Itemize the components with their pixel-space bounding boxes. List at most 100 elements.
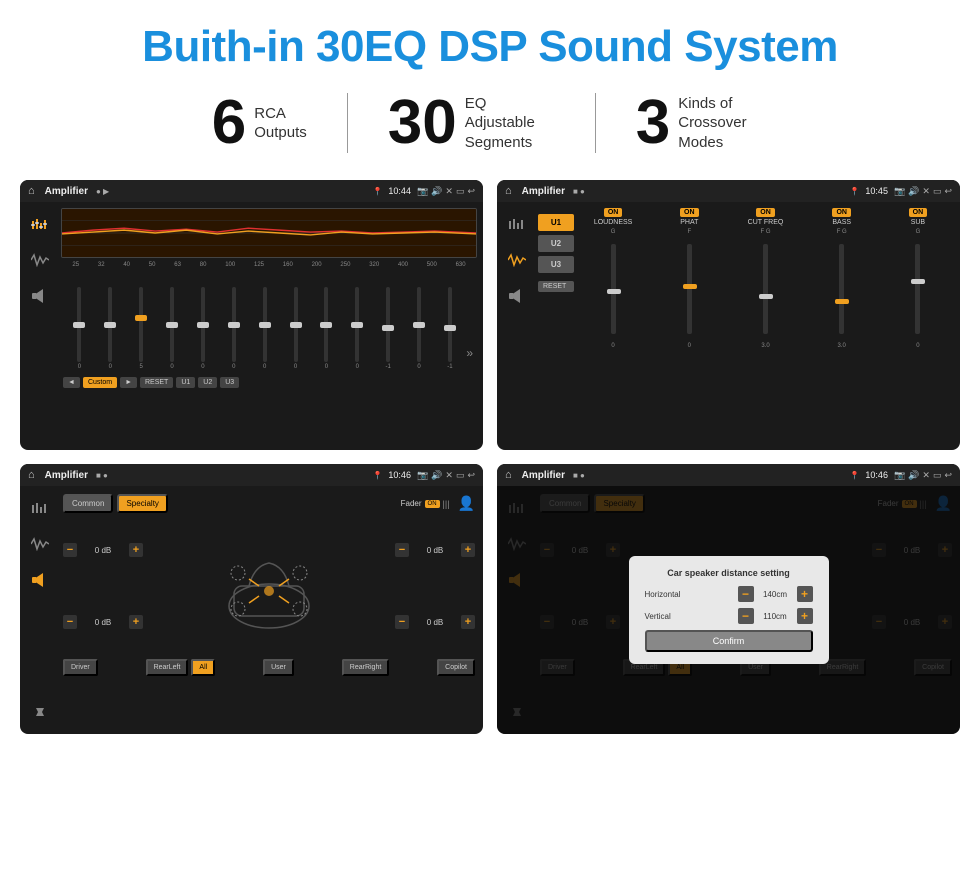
topbar-3-icons: 📷 🔊 ✕ ▭ ↩ [417, 470, 475, 481]
eq-slider-9[interactable]: 0 [312, 287, 341, 370]
fader-left: − 0 dB + − 0 dB + [63, 516, 143, 656]
topbar-2-dots: ■ ● [573, 187, 585, 196]
db-plus-4[interactable]: + [461, 615, 475, 629]
cross-u1-btn[interactable]: U1 [538, 214, 574, 231]
db-minus-4[interactable]: − [395, 615, 409, 629]
back-icon[interactable]: ↩ [467, 186, 475, 197]
db-row-2: − 0 dB + [63, 615, 143, 629]
db-minus-2[interactable]: − [63, 615, 77, 629]
user-profile-icon[interactable]: 👤 [458, 495, 475, 512]
stat-eq-label: EQ AdjustableSegments [465, 94, 555, 153]
location-icon-4: 📍 [849, 471, 859, 480]
db-minus-1[interactable]: − [63, 543, 77, 557]
eq-slider-5[interactable]: 0 [189, 287, 218, 370]
topbar-2-icons: 📷 🔊 ✕ ▭ ↩ [894, 186, 952, 197]
eq-slider-12[interactable]: 0 [405, 287, 434, 370]
specialty-btn[interactable]: Specialty [117, 494, 167, 513]
user-btn[interactable]: User [263, 659, 294, 676]
sidebar-speaker-icon-2[interactable] [505, 286, 529, 306]
back-icon-2[interactable]: ↩ [944, 186, 952, 197]
cross-slider-sub[interactable]: G 0 [882, 229, 954, 349]
eq-slider-4[interactable]: 0 [158, 287, 187, 370]
db-plus-2[interactable]: + [129, 615, 143, 629]
sidebar-eq-icon-2[interactable] [505, 214, 529, 234]
home-icon-3[interactable]: ⌂ [28, 469, 35, 481]
eq-play-btn[interactable]: ► [120, 377, 137, 388]
screen-fader-dialog: ⌂ Amplifier ■ ● 📍 10:46 📷 🔊 ✕ ▭ ↩ [497, 464, 960, 734]
eq-u2-btn[interactable]: U2 [198, 377, 217, 388]
vertical-plus-btn[interactable]: + [797, 608, 813, 624]
cross-slider-loudness[interactable]: G 0 [577, 229, 649, 349]
topbar-3-time: 10:46 [388, 470, 411, 480]
sidebar-wave-icon-3[interactable] [28, 534, 52, 554]
back-icon-4[interactable]: ↩ [944, 470, 952, 481]
more-icon[interactable]: » [466, 346, 473, 370]
driver-btn[interactable]: Driver [63, 659, 98, 676]
window-icon-3: ▭ [456, 470, 465, 481]
back-icon-3[interactable]: ↩ [467, 470, 475, 481]
sidebar-speaker-icon[interactable] [28, 286, 52, 306]
db-plus-1[interactable]: + [129, 543, 143, 557]
cross-reset-btn[interactable]: RESET [538, 281, 574, 292]
vertical-value: 110cm [758, 612, 793, 621]
horizontal-minus-btn[interactable]: − [738, 586, 754, 602]
db-minus-3[interactable]: − [395, 543, 409, 557]
camera-icon-2: 📷 [894, 186, 905, 197]
loudness-on-badge[interactable]: ON [604, 208, 623, 217]
rear-right-btn[interactable]: RearRight [342, 659, 390, 676]
sidebar-expand-icon-3[interactable] [28, 702, 52, 722]
sidebar-eq-icon-3[interactable] [28, 498, 52, 518]
home-icon-4[interactable]: ⌂ [505, 469, 512, 481]
eq-slider-2[interactable]: 0 [96, 287, 125, 370]
cross-slider-phat[interactable]: F 0 [653, 229, 725, 349]
dialog-horizontal-ctrl: − 140cm + [738, 586, 813, 602]
copilot-btn[interactable]: Copilot [437, 659, 475, 676]
eq-slider-7[interactable]: 0 [250, 287, 279, 370]
eq-custom-btn[interactable]: Custom [83, 377, 117, 388]
eq-slider-8[interactable]: 0 [281, 287, 310, 370]
cross-u2-btn[interactable]: U2 [538, 235, 574, 252]
eq-slider-6[interactable]: 0 [219, 287, 248, 370]
eq-slider-1[interactable]: 0 [65, 287, 94, 370]
eq-slider-13[interactable]: -1 [436, 287, 465, 370]
camera-icon-3: 📷 [417, 470, 428, 481]
horizontal-plus-btn[interactable]: + [797, 586, 813, 602]
dialog-title: Car speaker distance setting [645, 568, 813, 578]
location-icon: 📍 [372, 187, 382, 196]
fader-on-badge[interactable]: ON [425, 500, 440, 508]
stats-row: 6 RCAOutputs 30 EQ AdjustableSegments 3 … [0, 82, 980, 172]
cutfreq-on-badge[interactable]: ON [756, 208, 775, 217]
eq-prev-btn[interactable]: ◄ [63, 377, 80, 388]
screenshots-grid: ⌂ Amplifier ● ▶ 📍 10:44 📷 🔊 ✕ ▭ ↩ [0, 172, 980, 754]
cross-slider-bass[interactable]: F G 3.0 [806, 229, 878, 349]
eq-u1-btn[interactable]: U1 [176, 377, 195, 388]
fader-right: − 0 dB + − 0 dB + [395, 516, 475, 656]
sidebar-eq-icon[interactable] [28, 214, 52, 234]
eq-slider-3[interactable]: 5 [127, 287, 156, 370]
phat-on-badge[interactable]: ON [680, 208, 699, 217]
bass-on-badge[interactable]: ON [832, 208, 851, 217]
confirm-button[interactable]: Confirm [645, 630, 813, 652]
rear-left-btn[interactable]: RearLeft [146, 659, 189, 676]
topbar-4-time: 10:46 [865, 470, 888, 480]
cross-slider-cutfreq[interactable]: F G 3.0 [729, 229, 801, 349]
eq-u3-btn[interactable]: U3 [220, 377, 239, 388]
eq-reset-btn[interactable]: RESET [140, 377, 173, 388]
vertical-minus-btn[interactable]: − [738, 608, 754, 624]
eq-slider-11[interactable]: -1 [374, 287, 403, 370]
db-val-4: 0 dB [412, 618, 458, 627]
sidebar-cross-icon[interactable] [505, 250, 529, 270]
db-plus-3[interactable]: + [461, 543, 475, 557]
topbar-3: ⌂ Amplifier ■ ● 📍 10:46 📷 🔊 ✕ ▭ ↩ [20, 464, 483, 486]
cross-u3-btn[interactable]: U3 [538, 256, 574, 273]
home-icon[interactable]: ⌂ [28, 185, 35, 197]
sidebar-speaker-icon-3[interactable] [28, 570, 52, 590]
sidebar-wave-icon[interactable] [28, 250, 52, 270]
eq-slider-10[interactable]: 0 [343, 287, 372, 370]
cross-col-phat: ON PHAT [653, 208, 725, 226]
all-btn[interactable]: All [191, 659, 215, 676]
home-icon-2[interactable]: ⌂ [505, 185, 512, 197]
fader-main: − 0 dB + − 0 dB + [63, 516, 475, 656]
common-btn[interactable]: Common [63, 494, 113, 513]
sub-on-badge[interactable]: ON [909, 208, 928, 217]
